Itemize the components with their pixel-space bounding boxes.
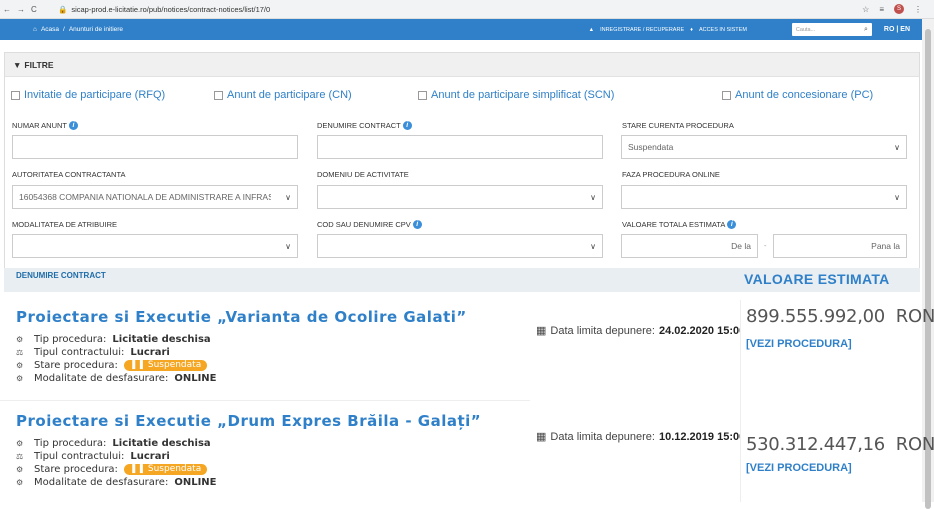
type-scn-checkbox[interactable]: Anunt de participare simplificat (SCN) <box>418 89 614 101</box>
register-link[interactable]: INREGISTRARE / RECUPERARE <box>600 27 684 33</box>
list-item: Proiectare si Executie „Varianta de Ocol… <box>0 296 934 408</box>
autoritate-select[interactable]: 16054368 COMPANIA NATIONALA DE ADMINISTR… <box>12 185 298 209</box>
info-icon[interactable]: i <box>402 121 412 130</box>
search-input[interactable]: Cauta... ⌕ <box>791 23 872 36</box>
price-cell: 530.312.447,16 RON [VEZI PROCEDURA] <box>740 408 934 502</box>
valoare-from-input[interactable]: De la <box>621 234 758 258</box>
cpv-select[interactable]: ∨ <box>317 234 603 258</box>
cogs-icon: ⚙ <box>16 361 24 370</box>
deadline: ▦ Data limita depunere: 10.12.2019 15:00 <box>536 430 746 444</box>
denumire-contract-input[interactable] <box>317 135 603 159</box>
filters-panel: ▼ FILTRE Invitatie de participare (RFQ) A… <box>4 52 920 270</box>
chevron-down-icon: ∨ <box>285 193 291 202</box>
chevron-down-icon: ∨ <box>590 242 596 251</box>
avatar[interactable]: S <box>894 4 904 14</box>
scrollbar[interactable] <box>922 19 934 509</box>
numar-anunt-label: NUMAR ANUNT i <box>12 121 79 130</box>
type-cn-checkbox[interactable]: Anunt de participare (CN) <box>214 89 352 101</box>
filter-icon: ▼ <box>13 59 22 70</box>
cogs-icon: ⚙ <box>16 465 24 474</box>
status-badge: ❚❚ Suspendata <box>123 360 208 371</box>
login-link[interactable]: ACCES IN SISTEM <box>699 27 747 33</box>
denumire-contract-label: DENUMIRE CONTRACT i <box>317 121 412 130</box>
results-header: DENUMIRE CONTRACT VALOARE ESTIMATA <box>4 268 920 292</box>
breadcrumb-current: Anunturi de initiere <box>68 26 124 33</box>
col-denumire[interactable]: DENUMIRE CONTRACT <box>16 271 106 280</box>
cogs-icon: ⚙ <box>16 478 24 487</box>
breadcrumb: ⌂ Acasa / Anunturi de initiere <box>33 26 124 33</box>
reload-icon[interactable]: C <box>31 5 37 14</box>
info-icon[interactable]: i <box>69 121 79 130</box>
forward-icon[interactable]: → <box>17 5 25 14</box>
type-pc-checkbox[interactable]: Anunt de concesionare (PC) <box>722 89 873 101</box>
stare-select[interactable]: Suspendata ∨ <box>621 135 907 159</box>
col-valoare[interactable]: VALOARE ESTIMATA <box>744 271 890 287</box>
calendar-icon: ▦ <box>536 325 547 337</box>
cogs-icon: ⚙ <box>16 335 24 344</box>
modalitate-label: MODALITATEA DE ATRIBUIRE <box>12 220 118 229</box>
search-icon[interactable]: ⌕ <box>864 26 868 34</box>
estimated-value: 899.555.992,00 RON <box>746 306 934 327</box>
autoritate-label: AUTORITATEA CONTRACTANTA <box>12 170 126 179</box>
back-icon[interactable]: ← <box>3 5 11 14</box>
domeniu-select[interactable]: ∨ <box>317 185 603 209</box>
faza-label: FAZA PROCEDURA ONLINE <box>622 170 720 179</box>
type-rfq-checkbox[interactable]: Invitatie de participare (RFQ) <box>11 89 165 101</box>
lock-icon: 🔒 <box>58 4 68 14</box>
status-badge: ❚❚ Suspendata <box>123 464 208 475</box>
view-procedure-link[interactable]: [VEZI PROCEDURA] <box>746 462 852 474</box>
stare-label: STARE CURENTA PROCEDURA <box>622 121 734 130</box>
deadline: ▦ Data limita depunere: 24.02.2020 15:00 <box>536 324 746 338</box>
menu-icon[interactable]: ⋮ <box>914 5 922 14</box>
list-item: Proiectare si Executie „Drum Expres Brăi… <box>0 404 934 502</box>
breadcrumb-home[interactable]: Acasa <box>41 26 59 33</box>
chevron-down-icon: ∨ <box>590 193 596 202</box>
cpv-label: COD SAU DENUMIRE CPV i <box>317 220 422 229</box>
numar-anunt-input[interactable] <box>12 135 298 159</box>
user-icon: ▲ <box>588 26 595 33</box>
chevron-down-icon: ∨ <box>894 193 900 202</box>
info-icon[interactable]: i <box>412 220 422 229</box>
domeniu-label: DOMENIU DE ACTIVITATE <box>317 170 409 179</box>
filters-header[interactable]: ▼ FILTRE <box>5 53 919 77</box>
language-switch[interactable]: RO | EN <box>884 26 910 33</box>
balance-icon: ⚖ <box>16 452 24 461</box>
chevron-down-icon: ∨ <box>894 143 900 152</box>
valoare-to-input[interactable]: Pana la <box>773 234 907 258</box>
star-icon[interactable]: ☆ <box>862 5 869 14</box>
result-title[interactable]: Proiectare si Executie „Drum Expres Brăi… <box>16 412 481 430</box>
chevron-down-icon: ∨ <box>285 242 291 251</box>
key-icon: ♦ <box>690 26 693 33</box>
home-icon[interactable]: ⌂ <box>33 26 37 33</box>
address-bar[interactable]: 🔒 sicap-prod.e-licitatie.ro/pub/notices/c… <box>58 5 270 14</box>
cogs-icon: ⚙ <box>16 374 24 383</box>
result-title[interactable]: Proiectare si Executie „Varianta de Ocol… <box>16 308 467 326</box>
faza-select[interactable]: ∨ <box>621 185 907 209</box>
estimated-value: 530.312.447,16 RON <box>746 434 934 455</box>
browser-toolbar: ← → C 🔒 sicap-prod.e-licitatie.ro/pub/notic… <box>0 0 934 19</box>
balance-icon: ⚖ <box>16 348 24 357</box>
top-navbar: ⌂ Acasa / Anunturi de initiere ▲ INREGIST… <box>0 19 922 40</box>
cogs-icon: ⚙ <box>16 439 24 448</box>
modalitate-select[interactable]: ∨ <box>12 234 298 258</box>
info-icon[interactable]: i <box>727 220 737 229</box>
valoare-label: VALOARE TOTALA ESTIMATA i <box>622 220 737 229</box>
reading-list-icon[interactable]: ≡ <box>879 5 884 14</box>
calendar-icon: ▦ <box>536 431 547 443</box>
view-procedure-link[interactable]: [VEZI PROCEDURA] <box>746 338 852 350</box>
price-cell: 899.555.992,00 RON [VEZI PROCEDURA] <box>740 300 934 408</box>
